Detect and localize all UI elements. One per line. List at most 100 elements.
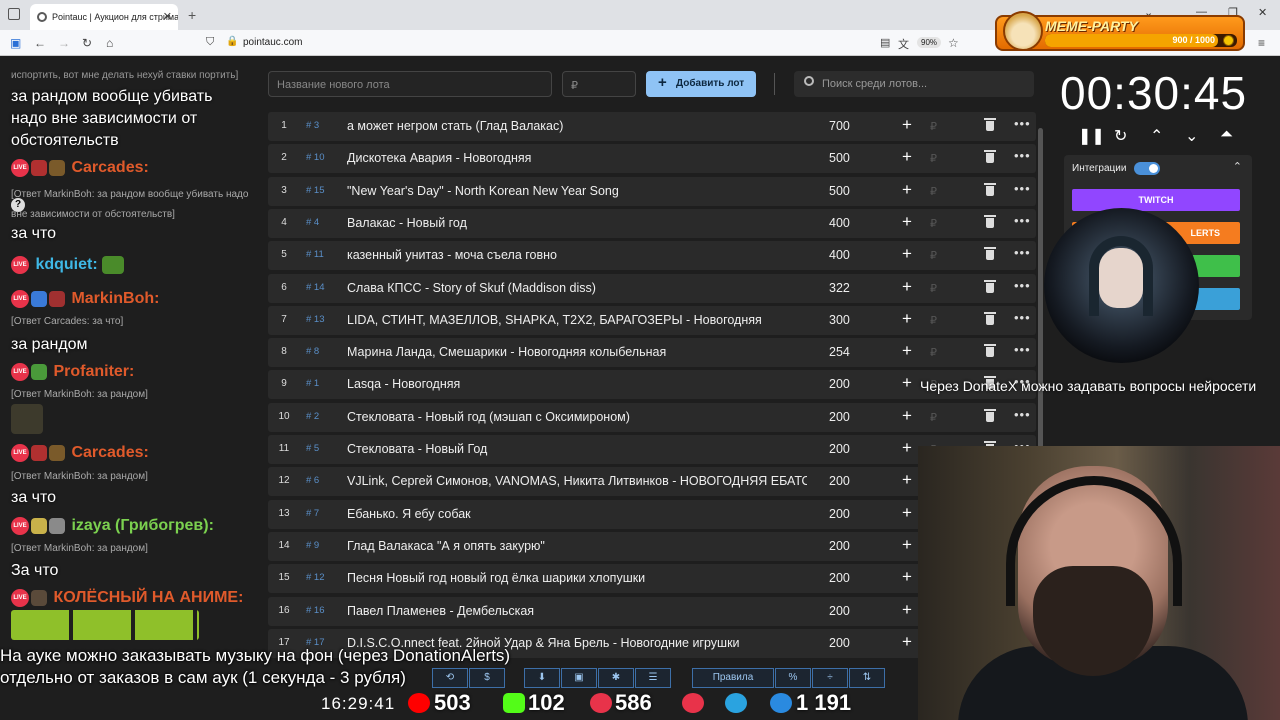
add-amount-icon[interactable]: + <box>902 438 912 458</box>
delete-icon[interactable] <box>984 279 996 293</box>
lot-name[interactable]: Дискотека Авария - Новогодняя <box>347 151 807 165</box>
shield-icon[interactable]: ⛉ <box>206 36 214 49</box>
add-amount-icon[interactable]: + <box>902 212 912 232</box>
delete-icon[interactable] <box>984 150 996 164</box>
ruble-icon[interactable]: ₽ <box>930 120 937 133</box>
forward-icon[interactable]: → <box>58 36 70 50</box>
lot-name[interactable]: Стекловата - Новый год (мэшап с Оксимиро… <box>347 410 807 424</box>
add-lot-button[interactable]: + Добавить лот <box>646 71 756 97</box>
add-amount-icon[interactable]: + <box>902 373 912 393</box>
add-amount-icon[interactable]: + <box>902 470 912 490</box>
lot-name[interactable]: LIDA, СТИНТ, МАЗЕЛЛОВ, SHAPKA, T2X2, БАР… <box>347 313 807 327</box>
lot-row[interactable]: 6 # 14 Слава КПСС - Story of Skuf (Maddiso… <box>268 273 1036 303</box>
chevron-down-icon[interactable]: ⌄ <box>1185 126 1198 146</box>
save-icon[interactable]: ▣ <box>561 668 597 688</box>
add-amount-icon[interactable]: + <box>902 567 912 587</box>
scrollbar[interactable] <box>1038 128 1043 448</box>
reset-icon[interactable]: ↻ <box>1114 126 1127 146</box>
chevron-up-icon[interactable]: ⌃ <box>1233 160 1242 173</box>
lot-row[interactable]: 2 # 10 Дискотека Авария - Новогодняя 500 + ₽ •… <box>268 144 1036 174</box>
lot-row[interactable]: 5 # 11 казенный унитаз - моча съела говно 4… <box>268 241 1036 271</box>
lot-row[interactable]: 1 # 3 а может негром стать (Глад Валакас) 7… <box>268 112 1036 141</box>
more-options-icon[interactable]: ••• <box>1014 278 1031 293</box>
menu-icon[interactable]: ≡ <box>1258 36 1265 50</box>
lot-name[interactable]: Марина Ланда, Смешарики - Новогодняя кол… <box>347 345 807 359</box>
address-bar[interactable]: pointauc.com <box>243 37 302 48</box>
add-amount-icon[interactable]: + <box>902 309 912 329</box>
add-amount-icon[interactable]: + <box>902 115 912 135</box>
lot-name[interactable]: "New Year's Day" - North Korean New Year… <box>347 184 807 198</box>
reload-icon[interactable]: ↻ <box>82 36 92 50</box>
lot-row[interactable]: 3 # 15 "New Year's Day" - North Korean New… <box>268 176 1036 206</box>
integrations-toggle[interactable] <box>1134 162 1160 175</box>
add-amount-icon[interactable]: + <box>902 503 912 523</box>
browser-tab[interactable]: Pointauc | Аукцион для стрима ✕ <box>30 4 178 30</box>
add-amount-icon[interactable]: + <box>902 180 912 200</box>
translate-icon[interactable]: 文 <box>898 36 909 52</box>
new-lot-input[interactable]: Название нового лота <box>268 71 552 97</box>
twitch-button[interactable]: TWITCH <box>1072 189 1240 211</box>
split-icon[interactable]: ÷ <box>812 668 848 688</box>
home-icon[interactable]: ⌂ <box>106 36 113 50</box>
lot-name[interactable]: Lasqa - Новогодняя <box>347 377 807 391</box>
more-options-icon[interactable]: ••• <box>1014 116 1031 131</box>
lock-icon[interactable]: 🔒 <box>226 36 238 47</box>
delete-icon[interactable] <box>984 344 996 358</box>
ruble-icon[interactable]: ₽ <box>930 152 937 165</box>
lot-row[interactable]: 10 # 2 Стекловата - Новый год (мэшап с Окс… <box>268 402 1036 432</box>
lot-name[interactable]: Валакас - Новый год <box>347 216 807 230</box>
close-tab-icon[interactable]: ✕ <box>163 10 172 23</box>
more-options-icon[interactable]: ••• <box>1014 245 1031 260</box>
ruble-icon[interactable]: ₽ <box>930 185 937 198</box>
add-amount-icon[interactable]: + <box>902 600 912 620</box>
rules-button[interactable]: Правила <box>692 668 774 688</box>
add-amount-icon[interactable]: + <box>902 244 912 264</box>
ruble-icon[interactable]: ₽ <box>930 282 937 295</box>
delete-icon[interactable] <box>984 182 996 196</box>
ruble-icon[interactable]: ₽ <box>930 314 937 327</box>
lot-name[interactable]: Стекловата - Новый Год <box>347 442 807 456</box>
chevron-up-icon[interactable]: ⌃ <box>1150 126 1163 146</box>
lot-name[interactable]: Песня Новый год новый год ёлка шарики хл… <box>347 571 807 585</box>
lot-name[interactable]: Павел Пламенев - Дембельская <box>347 604 807 618</box>
reader-view-icon[interactable]: ▤ <box>880 36 890 49</box>
add-amount-icon[interactable]: + <box>902 277 912 297</box>
more-options-icon[interactable]: ••• <box>1014 213 1031 228</box>
lot-name[interactable]: VJLink, Сергей Симонов, VANOMAS, Никита … <box>347 474 807 488</box>
add-amount-icon[interactable]: + <box>902 535 912 555</box>
delete-icon[interactable] <box>984 118 996 131</box>
delete-icon[interactable] <box>984 408 996 422</box>
add-amount-icon[interactable]: + <box>902 147 912 167</box>
percent-button[interactable]: % <box>775 668 811 688</box>
ruble-icon[interactable]: ₽ <box>930 217 937 230</box>
zoom-level[interactable]: 90% <box>917 37 942 48</box>
lot-name[interactable]: Глад Валакаса "А я опять закурю" <box>347 539 807 553</box>
bug-icon[interactable]: ✱ <box>598 668 634 688</box>
more-options-icon[interactable]: ••• <box>1014 181 1031 196</box>
sort-icon[interactable]: ⇅ <box>849 668 885 688</box>
close-window-icon[interactable]: ✕ <box>1258 6 1267 19</box>
download-icon[interactable]: ⬇ <box>524 668 560 688</box>
add-amount-icon[interactable]: + <box>902 632 912 652</box>
add-amount-icon[interactable]: + <box>902 341 912 361</box>
search-input[interactable]: Поиск среди лотов... <box>794 71 1034 97</box>
chevron-up-double-icon[interactable]: ⏶ <box>1220 126 1233 144</box>
lot-row[interactable]: 8 # 8 Марина Ланда, Смешарики - Новогодняя… <box>268 338 1036 368</box>
more-options-icon[interactable]: ••• <box>1014 407 1031 422</box>
new-tab-icon[interactable]: + <box>188 7 196 23</box>
more-options-icon[interactable]: ••• <box>1014 342 1031 357</box>
delete-icon[interactable] <box>984 311 996 325</box>
ruble-icon[interactable]: ₽ <box>930 411 937 424</box>
add-amount-icon[interactable]: + <box>902 406 912 426</box>
lot-name[interactable]: Слава КПСС - Story of Skuf (Maddison dis… <box>347 281 807 295</box>
ruble-icon[interactable]: ₽ <box>930 249 937 262</box>
back-icon[interactable]: ← <box>34 36 46 50</box>
more-options-icon[interactable]: ••• <box>1014 310 1031 325</box>
lot-row[interactable]: 4 # 4 Валакас - Новый год 400 + ₽ ••• <box>268 208 1036 238</box>
more-options-icon[interactable]: ••• <box>1014 148 1031 163</box>
pause-icon[interactable]: ❚❚ <box>1078 126 1105 146</box>
lot-name[interactable]: казенный унитаз - моча съела говно <box>347 248 807 262</box>
delete-icon[interactable] <box>984 214 996 228</box>
list-icon[interactable]: ☰ <box>635 668 671 688</box>
lot-row[interactable]: 7 # 13 LIDA, СТИНТ, МАЗЕЛЛОВ, SHAPKA, T2X2… <box>268 305 1036 335</box>
